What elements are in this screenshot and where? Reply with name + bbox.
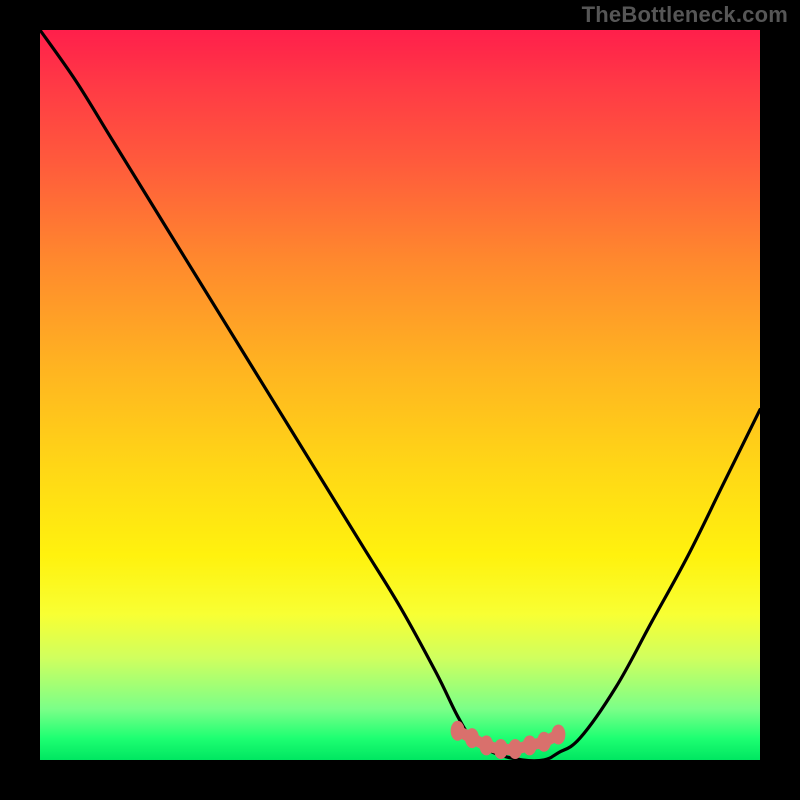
optimal-marker bbox=[537, 732, 551, 752]
optimal-marker bbox=[494, 739, 508, 759]
plot-area bbox=[40, 30, 760, 760]
optimal-marker bbox=[479, 735, 493, 755]
optimal-marker bbox=[508, 739, 522, 759]
optimal-marker bbox=[451, 721, 465, 741]
optimal-marker bbox=[551, 725, 565, 745]
optimal-range-markers bbox=[451, 721, 566, 759]
optimal-marker bbox=[465, 728, 479, 748]
chart-frame: TheBottleneck.com bbox=[0, 0, 800, 800]
curve-layer bbox=[40, 30, 760, 760]
optimal-marker bbox=[523, 735, 537, 755]
bottleneck-curve bbox=[40, 30, 760, 761]
watermark-text: TheBottleneck.com bbox=[582, 2, 788, 28]
